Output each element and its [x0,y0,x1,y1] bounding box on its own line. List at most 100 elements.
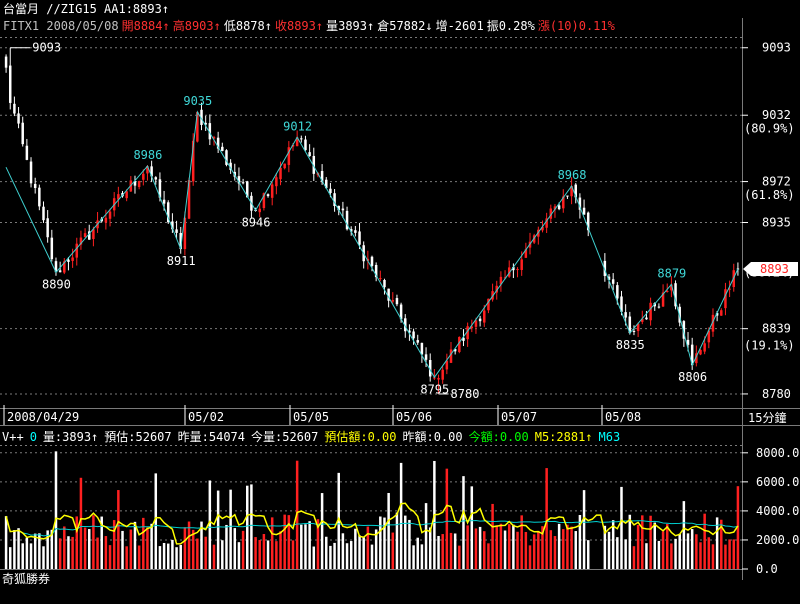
candle-up [545,212,548,234]
volume-bar [229,489,232,569]
volume-bar [21,543,24,569]
candle-up [445,353,449,375]
zigzag-pivot-label: 8968 [558,168,587,182]
candle-down [208,114,212,146]
zigzag-pivot-label: 8879 [657,266,686,280]
volume-bar [674,538,677,569]
price-tick-label: 9093 [762,41,791,55]
volume-bar [524,531,528,569]
volume-bar [167,543,170,569]
volume-bar [682,501,686,569]
candle-down [17,106,20,129]
volume-bar [695,534,698,569]
candle-up [433,369,436,380]
volume-bar [483,531,486,569]
volume-bar [670,543,673,569]
date-label: 05/06 [396,410,432,424]
chart-canvas: 台當月 //ZIG15 AA1:8893↑ FITX1 2008/05/08 開8… [0,1,800,586]
volume-bar [237,542,241,569]
volume-bar [507,524,511,569]
timeframe-label[interactable]: 15分鐘 [748,410,786,425]
volume-bar [586,540,590,569]
volume-bar [258,540,261,569]
volume-bar [175,547,178,569]
volume-bar [395,512,399,569]
header-item: 今額:0.00 [469,429,529,444]
volume-bar [212,544,216,569]
candle-up [75,237,79,266]
header-item: 增-2601 [436,19,484,33]
volume-bar [75,516,79,569]
volume-bar [399,462,403,569]
volume-bar [67,536,70,569]
zigzag-pivot-label: 9035 [183,94,212,108]
volume-bar [308,521,311,569]
volume-bar [92,515,95,569]
volume-bar [341,533,345,569]
candle-up [562,189,565,213]
candle-down [304,135,307,151]
volume-bar [707,537,711,569]
volume-bar [358,535,361,569]
volume-bar [562,529,565,569]
candle-up [649,297,652,326]
volume-bar [17,528,20,569]
header-item: 昨量:54074 [178,430,245,444]
price-tick-label: 8972 [762,175,791,189]
volume-bar [686,533,690,569]
volume-bar [724,544,727,569]
volume-bar [216,490,220,569]
volume-tick-label: 4000.0 [756,504,799,518]
candle-down [416,334,419,345]
volume-bar [453,533,457,569]
volume-bar [87,529,91,569]
candle-up [391,292,395,304]
candle-down [33,177,37,194]
candle-down [29,157,33,188]
volume-bar [117,490,120,569]
footer-brand: 奇狐勝券 [2,571,50,586]
header-item: 收8893↑ [275,19,323,33]
volume-bar [537,530,540,569]
header-item: FITX1 2008/05/08 [3,19,119,33]
volume-bar [408,519,411,569]
volume-tick-label: 6000.0 [756,475,799,489]
volume-tick-label: 0.0 [756,562,778,576]
volume-bar [462,476,465,569]
volume-bar [553,536,557,569]
m5-line [5,502,739,545]
candle-up [537,226,540,245]
candle-down [25,138,29,161]
volume-bar [63,526,66,569]
candle-up [83,228,87,238]
header-item: M5:2881↑ [535,430,593,444]
volume-bar [620,486,623,569]
volume-bar [545,468,548,569]
zigzag-pivot-label: 8986 [133,148,162,162]
volume-bar [142,517,145,569]
volume-bar [611,520,615,569]
volume-bar [183,527,187,569]
candle-down [42,201,45,223]
chart-title: 台當月 //ZIG15 AA1:8893↑ [3,1,169,16]
volume-bar [370,544,374,569]
header-item: 低8878↑ [224,19,272,33]
current-price-label: 8893 [760,262,789,276]
volume-bar [29,543,33,569]
zigzag-pivot-label: 8946 [242,215,271,229]
volume-bar [275,541,278,569]
volume-bar [582,490,586,569]
candle-down [46,210,49,243]
price-tick-label: 8935 [762,216,791,230]
header-item: 今量:52607 [251,429,318,444]
fib-pct-label: (80.9%) [744,121,795,135]
volume-bar [466,525,469,569]
volume-bar [732,539,736,569]
volume-bar [728,539,731,569]
candle-up [516,267,519,278]
volume-bar [125,546,128,569]
volume-bar [366,526,370,569]
volume-bar [487,543,490,569]
candle-down [374,262,378,282]
volume-tick-label: 2000.0 [756,533,799,547]
